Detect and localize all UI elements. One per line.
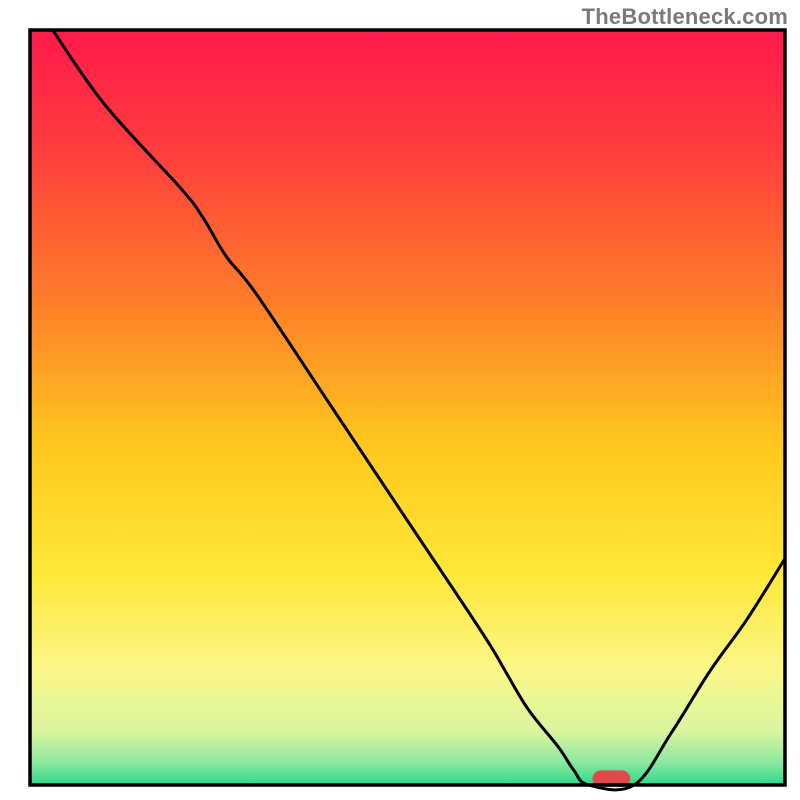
chart-container: TheBottleneck.com [0, 0, 800, 800]
plot-background [30, 30, 785, 785]
bottleneck-chart [0, 0, 800, 800]
